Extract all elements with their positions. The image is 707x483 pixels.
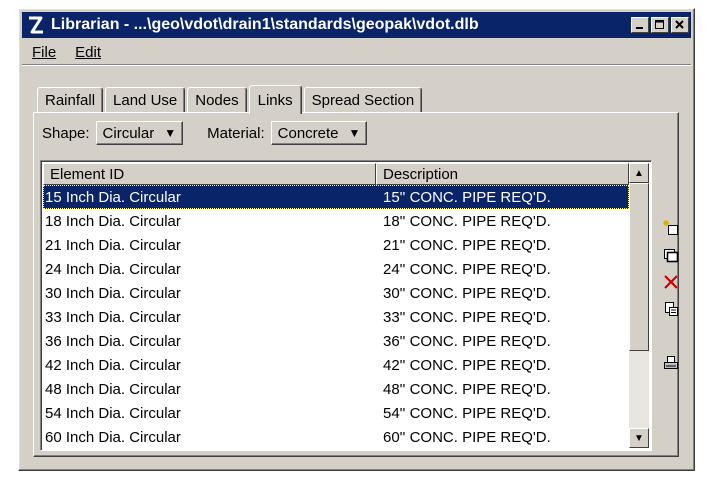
menu-file[interactable]: File bbox=[22, 44, 65, 61]
menu-edit[interactable]: Edit bbox=[65, 44, 110, 61]
description-cell: 18'' CONC. PIPE REQ'D. bbox=[383, 212, 551, 230]
list-item[interactable]: 24 Inch Dia. Circular 24'' CONC. PIPE REQ… bbox=[43, 257, 629, 281]
element-id-cell: 21 Inch Dia. Circular bbox=[45, 236, 181, 254]
list-item[interactable]: 36 Inch Dia. Circular 36'' CONC. PIPE REQ… bbox=[43, 329, 629, 353]
arrow-up-icon: ▲ bbox=[634, 167, 644, 179]
list-item[interactable]: 33 Inch Dia. Circular 33'' CONC. PIPE REQ… bbox=[43, 305, 629, 329]
description-cell: 54'' CONC. PIPE REQ'D. bbox=[383, 404, 551, 422]
links-list[interactable]: Element ID Description 15 Inch Dia. Circ… bbox=[40, 160, 652, 451]
tab-land-use[interactable]: Land Use bbox=[105, 87, 186, 113]
links-panel: Shape: Circular ▼ Material: Concrete ▼ E… bbox=[33, 112, 679, 457]
element-id-cell: 42 Inch Dia. Circular bbox=[45, 356, 181, 374]
material-dropdown[interactable]: Concrete ▼ bbox=[270, 121, 368, 145]
maximize-icon bbox=[655, 20, 664, 29]
tab-label: Spread Section bbox=[311, 92, 415, 109]
scroll-down-button[interactable]: ▼ bbox=[629, 428, 649, 448]
paste-icon bbox=[665, 302, 678, 316]
tab-label: Links bbox=[257, 91, 293, 109]
minimize-button[interactable] bbox=[631, 17, 649, 33]
list-item[interactable]: 18 Inch Dia. Circular 18'' CONC. PIPE REQ… bbox=[43, 209, 629, 233]
delete-button[interactable] bbox=[659, 271, 683, 293]
vertical-scrollbar[interactable]: ▲ ▼ bbox=[629, 163, 649, 448]
material-label: Material: bbox=[207, 124, 265, 142]
description-cell: 15'' CONC. PIPE REQ'D. bbox=[383, 188, 551, 206]
element-id-cell: 48 Inch Dia. Circular bbox=[45, 380, 181, 398]
tab-nodes[interactable]: Nodes bbox=[187, 87, 247, 113]
element-id-cell: 54 Inch Dia. Circular bbox=[45, 404, 181, 422]
description-cell: 42'' CONC. PIPE REQ'D. bbox=[383, 356, 551, 374]
list-item[interactable]: 54 Inch Dia. Circular 54'' CONC. PIPE REQ… bbox=[43, 401, 629, 425]
tab-rainfall[interactable]: Rainfall bbox=[37, 87, 104, 113]
menu-edit-label: Edit bbox=[75, 44, 102, 61]
close-icon bbox=[675, 20, 684, 29]
list-item[interactable]: 48 Inch Dia. Circular 48'' CONC. PIPE REQ… bbox=[43, 377, 629, 401]
element-id-cell: 36 Inch Dia. Circular bbox=[45, 332, 181, 350]
maximize-button[interactable] bbox=[651, 17, 669, 33]
element-id-cell: 18 Inch Dia. Circular bbox=[45, 212, 181, 230]
tab-strip: Rainfall Land Use Nodes Links Spread Sec… bbox=[37, 85, 424, 114]
copy-item-button[interactable] bbox=[659, 244, 683, 266]
app-logo-icon bbox=[25, 14, 47, 36]
shape-value: Circular bbox=[102, 124, 155, 142]
librarian-window: Librarian - ...\geo\vdot\drain1\standard… bbox=[18, 8, 695, 471]
dropdown-arrow-icon: ▼ bbox=[164, 126, 177, 140]
minimize-icon bbox=[636, 27, 643, 29]
description-cell: 48'' CONC. PIPE REQ'D. bbox=[383, 380, 551, 398]
element-id-cell: 15 Inch Dia. Circular bbox=[45, 188, 181, 206]
element-id-cell: 30 Inch Dia. Circular bbox=[45, 284, 181, 302]
list-item[interactable]: 15 Inch Dia. Circular 15'' CONC. PIPE REQ… bbox=[43, 185, 629, 209]
dropdown-arrow-icon: ▼ bbox=[348, 126, 361, 140]
print-icon bbox=[664, 356, 678, 369]
list-item[interactable]: 21 Inch Dia. Circular 21'' CONC. PIPE REQ… bbox=[43, 233, 629, 257]
list-item[interactable]: 30 Inch Dia. Circular 30'' CONC. PIPE REQ… bbox=[43, 281, 629, 305]
scroll-thumb[interactable] bbox=[629, 183, 649, 351]
tab-label: Rainfall bbox=[45, 92, 96, 109]
element-id-cell: 24 Inch Dia. Circular bbox=[45, 260, 181, 278]
tab-spread-section[interactable]: Spread Section bbox=[303, 87, 423, 113]
description-cell: 60'' CONC. PIPE REQ'D. bbox=[383, 428, 551, 446]
list-item[interactable]: 60 Inch Dia. Circular 60'' CONC. PIPE REQ… bbox=[43, 425, 629, 449]
list-header: Element ID Description bbox=[43, 163, 629, 185]
new-item-button[interactable] bbox=[659, 217, 683, 239]
print-button[interactable] bbox=[659, 352, 683, 374]
shape-label: Shape: bbox=[42, 124, 90, 142]
arrow-down-icon: ▼ bbox=[634, 432, 644, 444]
paste-button[interactable] bbox=[659, 298, 683, 320]
menu-file-label: File bbox=[32, 44, 57, 61]
material-value: Concrete bbox=[277, 124, 339, 142]
column-header-description[interactable]: Description bbox=[376, 163, 629, 185]
description-cell: 33'' CONC. PIPE REQ'D. bbox=[383, 308, 551, 326]
window-title: Librarian - ...\geo\vdot\drain1\standard… bbox=[51, 16, 479, 33]
description-cell: 24'' CONC. PIPE REQ'D. bbox=[383, 260, 551, 278]
tab-label: Nodes bbox=[195, 92, 239, 109]
filter-row: Shape: Circular ▼ Material: Concrete ▼ bbox=[42, 121, 368, 145]
tab-links[interactable]: Links bbox=[248, 85, 302, 114]
list-rows: 15 Inch Dia. Circular 15'' CONC. PIPE REQ… bbox=[43, 185, 629, 449]
column-header-element-id[interactable]: Element ID bbox=[43, 163, 376, 185]
scroll-up-button[interactable]: ▲ bbox=[629, 163, 649, 183]
description-cell: 36'' CONC. PIPE REQ'D. bbox=[383, 332, 551, 350]
title-bar[interactable]: Librarian - ...\geo\vdot\drain1\standard… bbox=[22, 12, 691, 38]
list-item[interactable]: 42 Inch Dia. Circular 42'' CONC. PIPE REQ… bbox=[43, 353, 629, 377]
window-controls bbox=[631, 17, 689, 33]
new-item-icon bbox=[663, 220, 678, 235]
element-id-cell: 60 Inch Dia. Circular bbox=[45, 428, 181, 446]
shape-dropdown[interactable]: Circular ▼ bbox=[95, 121, 184, 145]
description-cell: 30'' CONC. PIPE REQ'D. bbox=[383, 284, 551, 302]
element-id-cell: 33 Inch Dia. Circular bbox=[45, 308, 181, 326]
tab-label: Land Use bbox=[113, 92, 178, 109]
menu-bar: File Edit bbox=[22, 41, 691, 66]
close-button[interactable] bbox=[671, 17, 689, 33]
copy-item-icon bbox=[664, 249, 679, 263]
delete-icon bbox=[664, 275, 678, 289]
description-cell: 21'' CONC. PIPE REQ'D. bbox=[383, 236, 551, 254]
